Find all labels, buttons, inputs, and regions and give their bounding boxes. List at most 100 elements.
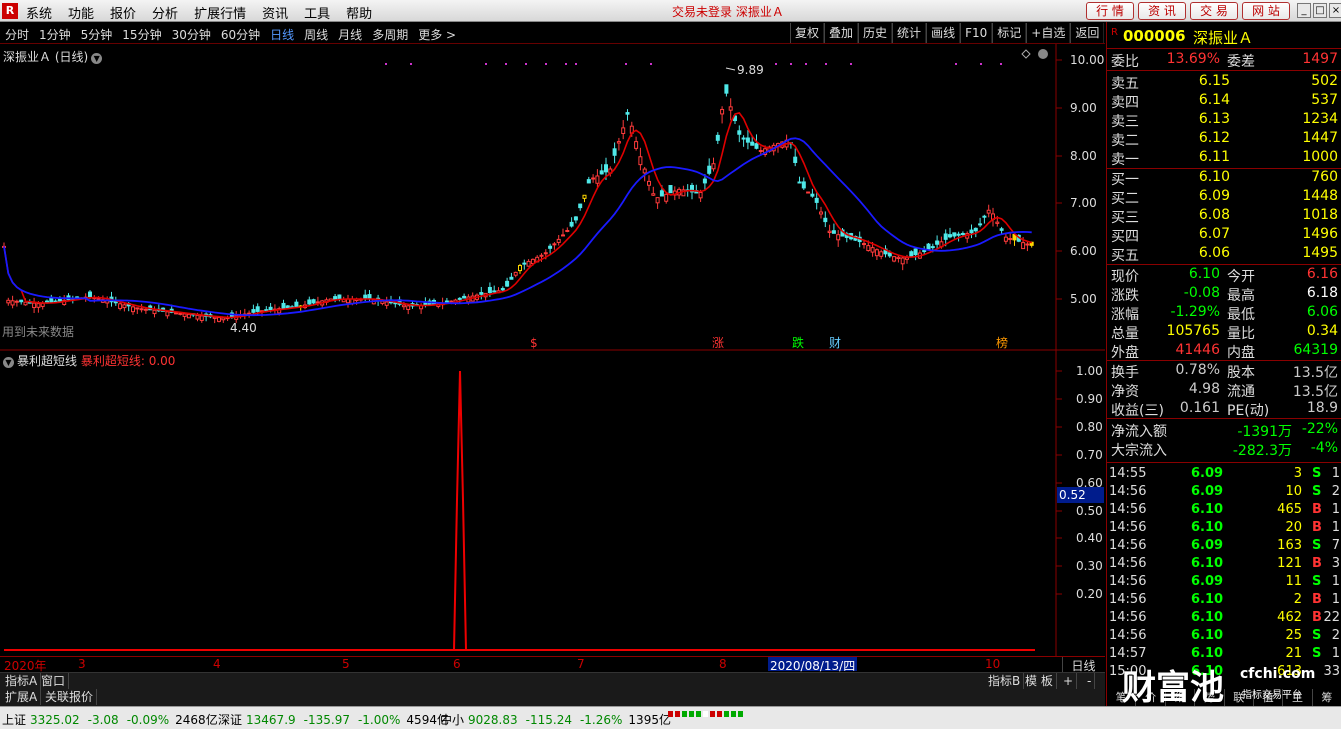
x-axis-label: 4 (213, 657, 221, 671)
close-icon[interactable]: × (1329, 3, 1341, 18)
bid-row[interactable]: 买三 6.08 1018 (1107, 207, 1341, 226)
module-button-3[interactable]: 网 站 (1242, 2, 1290, 20)
menu-5[interactable]: 资讯 (262, 3, 288, 22)
tab-1[interactable]: 窗口 (38, 673, 70, 689)
candle-body (616, 141, 621, 144)
index-amount: 2468亿 (175, 713, 218, 727)
stat-label: 外盘 (1111, 345, 1139, 361)
period-tab-4[interactable]: 30分钟 (172, 26, 211, 43)
ask-price: 6.15 (1198, 73, 1230, 89)
stat-value-2: 64319 (1293, 342, 1338, 358)
tool-button-3[interactable]: 统计 (892, 23, 927, 43)
tab-right-3[interactable]: - (1084, 673, 1096, 689)
candle-body (969, 229, 974, 234)
candle-body (479, 292, 484, 295)
ask-row[interactable]: 卖二 6.12 1447 (1107, 130, 1341, 149)
ask-volume: 502 (1311, 73, 1338, 89)
ask-price: 6.14 (1198, 92, 1230, 108)
fund-row: 净资 4.98 流通 13.5亿 (1107, 381, 1341, 400)
tab-right-0[interactable]: 指标B (985, 673, 1025, 689)
candle-body (591, 177, 596, 180)
candle-body (737, 130, 742, 135)
x-axis: 2020年345678910 2020/08/13/四 日线 (0, 656, 1105, 674)
ask-row[interactable]: 卖一 6.11 1000 (1107, 149, 1341, 168)
bid-label: 买三 (1111, 210, 1139, 226)
tool-button-8[interactable]: 返回 (1070, 23, 1105, 43)
candle-body (647, 180, 651, 186)
ext-tab-1[interactable]: 关联报价 (42, 689, 98, 705)
tab-right-2[interactable]: + (1060, 673, 1078, 689)
candle-body (131, 306, 135, 313)
bid-row[interactable]: 买一 6.10 760 (1107, 169, 1341, 188)
module-button-1[interactable]: 资 讯 (1138, 2, 1186, 20)
tool-button-2[interactable]: 历史 (858, 23, 893, 43)
tab-0[interactable]: 指标A (2, 673, 42, 689)
main-menu: 系统 功能 报价 分析 扩展行情 资讯 工具 帮助 (26, 3, 372, 22)
minimize-icon[interactable]: _ (1297, 3, 1311, 18)
tick-time: 14:56 (1109, 538, 1147, 553)
period-tab-9[interactable]: 多周期 (372, 26, 408, 43)
period-tab-6[interactable]: 日线 (270, 26, 294, 43)
bid-row[interactable]: 买二 6.09 1448 (1107, 188, 1341, 207)
chart-canvas[interactable]: 9.89 4.40 $ 涨 跌 财 榜 (0, 44, 1105, 656)
menu-7[interactable]: 帮助 (346, 3, 372, 22)
bid-row[interactable]: 买四 6.07 1496 (1107, 226, 1341, 245)
candle-body (522, 262, 527, 265)
kline-y-tick: 9.00 (1070, 101, 1097, 115)
stock-name[interactable]: 深振业Ａ (1193, 27, 1253, 48)
stat-value: -1.29% (1170, 304, 1220, 320)
ask-row[interactable]: 卖五 6.15 502 (1107, 73, 1341, 92)
menu-1[interactable]: 功能 (68, 3, 94, 22)
module-button-2[interactable]: 交 易 (1190, 2, 1238, 20)
period-tab-5[interactable]: 60分钟 (221, 26, 260, 43)
menu-4[interactable]: 扩展行情 (194, 3, 246, 22)
candle-body (926, 243, 931, 250)
app-logo[interactable]: R (2, 3, 18, 19)
indicator-pane-label: ▼ 暴利超短线 暴利超短线: 0.00 (3, 352, 175, 369)
tool-button-5[interactable]: F10 (960, 23, 993, 43)
tool-button-7[interactable]: +自选 (1026, 23, 1071, 43)
chevron-down-icon[interactable]: ▼ (3, 357, 14, 368)
ask-row[interactable]: 卖四 6.14 537 (1107, 92, 1341, 111)
tick-price: 6.09 (1191, 574, 1224, 589)
index-0[interactable]: 上证 3325.02 -3.08 -0.09% 2468亿 (2, 711, 218, 728)
menu-2[interactable]: 报价 (110, 3, 136, 22)
indicator-name[interactable]: 暴利超短线 (17, 354, 77, 368)
period-tab-0[interactable]: 分时 (5, 26, 29, 43)
tool-button-6[interactable]: 标记 (992, 23, 1027, 43)
period-tabs: 分时 1分钟 5分钟 15分钟 30分钟 60分钟 日线 周线 月线 多周期 更多 > (5, 26, 456, 43)
period-tab-1[interactable]: 1分钟 (39, 26, 71, 43)
period-tab-2[interactable]: 5分钟 (81, 26, 113, 43)
period-tab-3[interactable]: 15分钟 (122, 26, 161, 43)
tool-button-4[interactable]: 画线 (926, 23, 961, 43)
candle-body (539, 254, 544, 257)
bid-row[interactable]: 买五 6.06 1495 (1107, 245, 1341, 264)
fund-row: 换手 0.78% 股本 13.5亿 (1107, 362, 1341, 381)
module-button-0[interactable]: 行 情 (1086, 2, 1134, 20)
period-tab-7[interactable]: 周线 (304, 26, 328, 43)
index-2[interactable]: 中小 9028.83 -115.24 -1.26% 1395亿 (440, 711, 671, 728)
chevron-down-icon[interactable]: ▼ (91, 53, 103, 64)
menu-3[interactable]: 分析 (152, 3, 178, 22)
maximize-icon[interactable]: □ (1313, 3, 1327, 18)
tick-count: 3 (1331, 556, 1340, 571)
tick-time: 14:56 (1109, 610, 1147, 625)
candle-body (118, 303, 123, 309)
candle-body (509, 276, 514, 280)
menu-0[interactable]: 系统 (26, 3, 52, 22)
candle-body (195, 314, 200, 320)
tab-right-1[interactable]: 模 板 (1022, 673, 1057, 689)
menu-6[interactable]: 工具 (304, 3, 330, 22)
ext-tab-0[interactable]: 扩展A (2, 689, 42, 705)
index-1[interactable]: 深证 13467.9 -135.97 -1.00% 4594亿 (218, 711, 449, 728)
stock-code[interactable]: 000006 (1123, 27, 1186, 45)
tool-button-0[interactable]: 复权 (790, 23, 825, 43)
ask-row[interactable]: 卖三 6.13 1234 (1107, 111, 1341, 130)
candle-body (122, 304, 127, 309)
tool-button-1[interactable]: 叠加 (824, 23, 859, 43)
period-tab-8[interactable]: 月线 (338, 26, 362, 43)
candle-body (711, 163, 716, 170)
index-price: 13467.9 (246, 713, 296, 727)
period-tab-10[interactable]: 更多 > (418, 26, 456, 43)
tick-price: 6.10 (1191, 556, 1224, 571)
